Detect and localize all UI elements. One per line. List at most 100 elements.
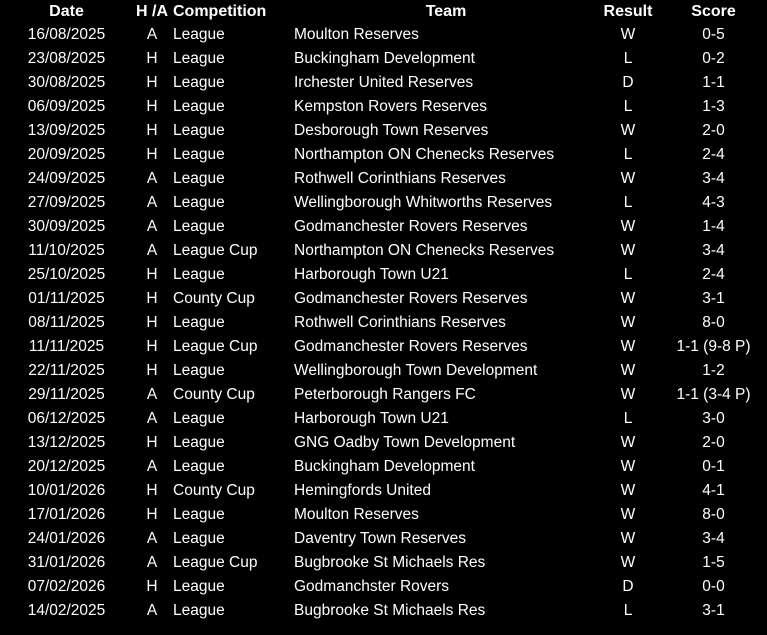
cell-competition: League [173, 434, 225, 451]
cell-date: 22/11/2025 [28, 362, 105, 379]
table-row: 14/02/2025 A League Bugbrooke St Michaels R… [0, 599, 767, 623]
cell-home-away: H [146, 290, 158, 307]
header-result: Result [603, 3, 653, 20]
cell-team: Godmanchester Rovers Reserves [294, 338, 528, 355]
cell-home-away: H [146, 74, 158, 91]
cell-date: 23/08/2025 [27, 50, 106, 67]
cell-team: Northampton ON Chenecks Reserves [294, 242, 555, 259]
cell-date: 10/01/2026 [27, 482, 106, 499]
cell-score: 0-5 [702, 26, 725, 43]
cell-home-away: A [146, 602, 158, 619]
cell-competition: League [173, 218, 225, 235]
cell-home-away: H [146, 146, 158, 163]
cell-score: 1-4 [702, 218, 725, 235]
table-row: 22/11/2025 H League Wellingborough Town Dev… [0, 359, 767, 383]
cell-team: Bugbrooke St Michaels Res [294, 602, 486, 619]
table-row: 06/12/2025 A League Harborough Town U21 L 3-0 [0, 407, 767, 431]
cell-score: 2-0 [702, 122, 725, 139]
cell-date: 25/10/2025 [27, 266, 106, 283]
cell-result: W [620, 434, 636, 451]
cell-competition: League [173, 506, 225, 523]
cell-competition: County Cup [173, 482, 255, 499]
table-row: 16/08/2025 A League Moulton Reserves W 0-5 [0, 23, 767, 47]
cell-date: 20/12/2025 [27, 458, 106, 475]
cell-home-away: A [146, 194, 158, 211]
cell-result: L [623, 50, 633, 67]
cell-home-away: H [146, 506, 158, 523]
cell-home-away: A [146, 26, 158, 43]
cell-home-away: A [146, 218, 158, 235]
table-row: 17/01/2026 H League Moulton Reserves W 8-0 [0, 503, 767, 527]
table-row: 13/09/2025 H League Desborough Town Reserve… [0, 119, 767, 143]
cell-team: Buckingham Development [294, 458, 475, 475]
cell-score: 8-0 [702, 506, 725, 523]
cell-team: Rothwell Corinthians Reserves [294, 314, 506, 331]
cell-home-away: H [146, 482, 158, 499]
cell-score: 2-4 [702, 146, 725, 163]
table-row: 10/01/2026 H County Cup Hemingfords United W… [0, 479, 767, 503]
cell-home-away: A [146, 242, 158, 259]
cell-date: 24/09/2025 [27, 170, 106, 187]
table-row: 27/09/2025 A League Wellingborough Whitwort… [0, 191, 767, 215]
cell-score: 3-4 [702, 242, 725, 259]
cell-date: 30/09/2025 [27, 218, 106, 235]
cell-result: W [620, 170, 636, 187]
cell-date: 08/11/2025 [28, 314, 105, 331]
fixtures-table: Date H /A Competition Team Result Score … [0, 0, 767, 623]
cell-home-away: A [146, 170, 158, 187]
header-score: Score [691, 3, 736, 20]
cell-date: 24/01/2026 [27, 530, 106, 547]
cell-date: 06/09/2025 [27, 98, 106, 115]
cell-date: 13/12/2025 [27, 434, 106, 451]
cell-score: 4-1 [702, 482, 725, 499]
cell-team: Bugbrooke St Michaels Res [294, 554, 486, 571]
cell-home-away: A [146, 554, 158, 571]
cell-team: Godmanchster Rovers [294, 578, 450, 595]
cell-home-away: H [146, 338, 158, 355]
cell-result: W [620, 338, 636, 355]
cell-date: 20/09/2025 [27, 146, 106, 163]
cell-team: Daventry Town Reserves [294, 530, 467, 547]
cell-home-away: H [146, 314, 158, 331]
table-row: 11/10/2025 A League Cup Northampton ON Chen… [0, 239, 767, 263]
cell-score: 3-4 [702, 530, 725, 547]
table-row: 01/11/2025 H County Cup Godmanchester Rover… [0, 287, 767, 311]
table-row: 30/08/2025 H League Irchester United Reserv… [0, 71, 767, 95]
cell-score: 1-1 [702, 74, 725, 91]
cell-date: 11/11/2025 [28, 338, 105, 355]
cell-competition: League [173, 98, 225, 115]
cell-result: W [620, 218, 636, 235]
table-row: 13/12/2025 H League GNG Oadby Town Developm… [0, 431, 767, 455]
cell-date: 31/01/2026 [27, 554, 106, 571]
cell-date: 07/02/2026 [27, 578, 106, 595]
cell-result: L [623, 602, 633, 619]
cell-competition: League [173, 194, 225, 211]
cell-score: 3-4 [702, 170, 725, 187]
cell-competition: County Cup [173, 290, 255, 307]
cell-competition: League [173, 410, 225, 427]
cell-home-away: H [146, 578, 158, 595]
cell-result: D [622, 74, 634, 91]
table-row: 20/12/2025 A League Buckingham Development W… [0, 455, 767, 479]
cell-date: 30/08/2025 [27, 74, 106, 91]
cell-score: 4-3 [702, 194, 725, 211]
cell-home-away: A [146, 410, 158, 427]
table-row: 30/09/2025 A League Godmanchester Rovers Re… [0, 215, 767, 239]
cell-home-away: H [146, 50, 158, 67]
cell-score: 1-1 (9-8 P) [676, 338, 751, 355]
cell-score: 3-0 [702, 410, 725, 427]
cell-result: W [620, 242, 636, 259]
cell-score: 0-2 [702, 50, 725, 67]
cell-score: 3-1 [702, 602, 725, 619]
cell-team: Irchester United Reserves [294, 74, 474, 91]
cell-result: L [623, 194, 633, 211]
cell-result: W [620, 554, 636, 571]
table-row: 08/11/2025 H League Rothwell Corinthians Re… [0, 311, 767, 335]
table-row: 23/08/2025 H League Buckingham Development L… [0, 47, 767, 71]
cell-result: L [623, 266, 633, 283]
cell-competition: League [173, 122, 225, 139]
cell-date: 14/02/2025 [27, 602, 106, 619]
cell-team: Kempston Rovers Reserves [294, 98, 487, 115]
cell-team: Wellingborough Town Development [294, 362, 538, 379]
cell-competition: League [173, 602, 225, 619]
